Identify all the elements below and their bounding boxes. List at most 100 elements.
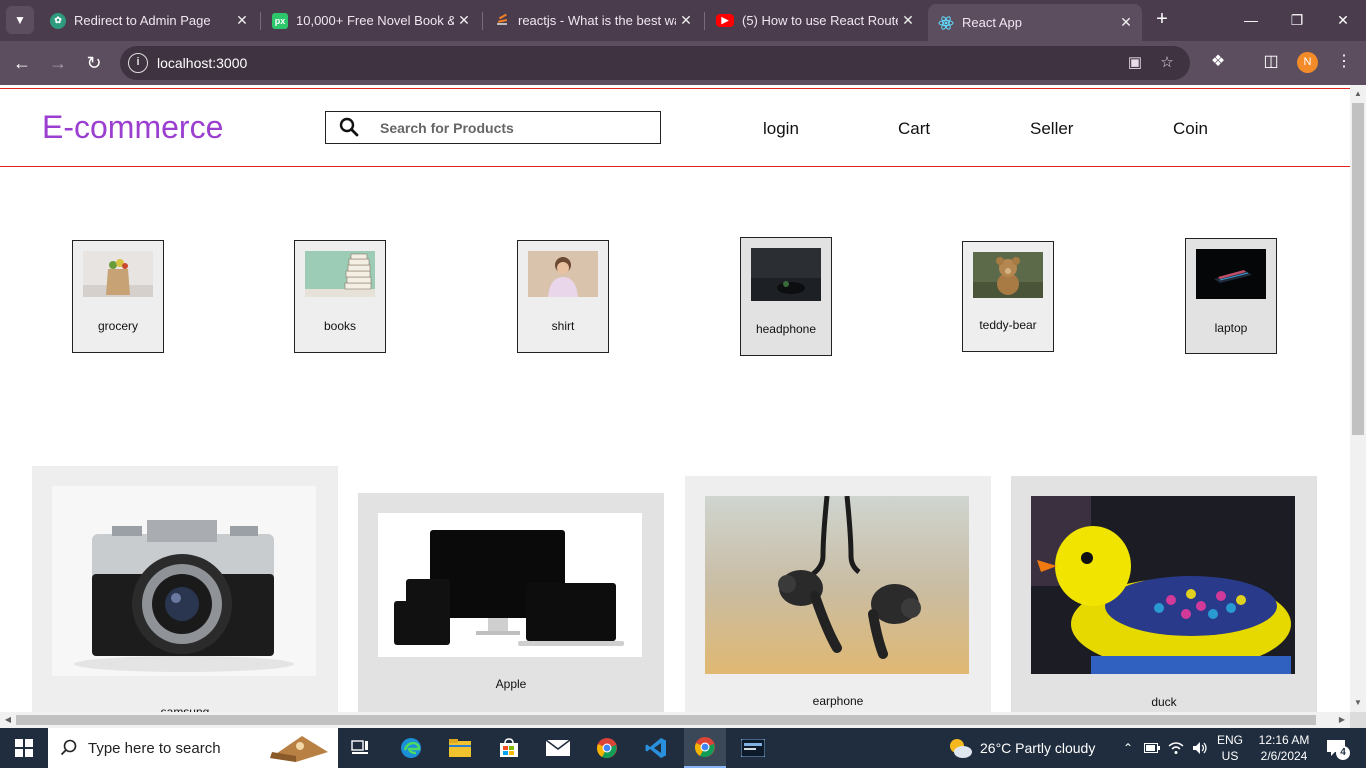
clock-time: 12:16 AM [1258,733,1310,747]
tab-react-app[interactable]: React App ✕ [928,4,1142,41]
wifi-icon[interactable] [1166,728,1186,768]
browser-menu-icon[interactable]: ⋮ [1333,51,1355,73]
site-info-icon[interactable]: i [128,53,148,73]
clock-date: 2/6/2024 [1260,749,1308,763]
close-icon[interactable]: ✕ [232,12,252,29]
vertical-scroll-thumb[interactable] [1352,103,1364,435]
scrollbar-corner [1350,712,1366,728]
product-card-earphone[interactable]: earphone [685,476,991,712]
new-tab-button[interactable]: + [1150,8,1174,32]
back-button[interactable]: ← [8,49,36,77]
mysql-workbench-icon[interactable] [738,728,768,768]
taskbar-search-box[interactable]: Type here to search [48,728,338,768]
side-panel-icon[interactable]: ◫ [1260,51,1282,73]
volume-icon[interactable] [1190,728,1210,768]
extensions-icon[interactable]: ❖ [1207,51,1229,73]
search-placeholder: Search for Products [380,120,514,136]
category-grocery[interactable]: grocery [72,240,164,353]
chatgpt-icon: ✿ [50,12,66,29]
react-icon [938,15,954,31]
stackoverflow-icon [494,13,510,29]
close-icon[interactable]: ✕ [898,12,918,29]
tab-redirect-admin[interactable]: ✿ Redirect to Admin Page ✕ [40,4,258,37]
reload-button[interactable]: ↻ [80,49,108,77]
tab-search-button[interactable]: ▼ [6,6,34,34]
forward-button[interactable]: → [44,49,72,77]
address-bar[interactable]: i localhost:3000 ▣ ☆ [120,46,1190,80]
bookmark-star-icon[interactable]: ☆ [1157,53,1177,73]
url-text[interactable]: localhost:3000 [157,55,247,71]
site-header: E-commerce Search for Products login Car… [0,88,1350,167]
battery-icon[interactable] [1142,728,1162,768]
close-window-button[interactable]: ✕ [1328,8,1358,32]
category-laptop[interactable]: laptop [1185,238,1277,354]
search-icon [60,739,77,756]
weather-icon [944,728,976,768]
mail-icon[interactable] [543,728,573,768]
nav-login[interactable]: login [763,119,799,139]
search-input[interactable]: Search for Products [325,111,661,144]
category-label: shirt [551,319,575,333]
weather-text[interactable]: 26°C Partly cloudy [980,740,1095,756]
nav-coin[interactable]: Coin [1173,119,1208,139]
language-indicator[interactable]: ENG US [1214,733,1246,763]
category-headphone[interactable]: headphone [740,237,832,356]
earphone-image [705,496,969,674]
close-icon[interactable]: ✕ [454,12,474,29]
horizontal-scrollbar[interactable]: ◀ ▶ [0,712,1350,728]
vertical-scrollbar[interactable]: ▲ ▼ [1350,85,1366,712]
minimize-button[interactable]: — [1236,8,1266,32]
tab-title: React App [962,15,1022,30]
clock[interactable]: 12:16 AM 2/6/2024 [1252,733,1316,763]
scroll-left-arrow-icon[interactable]: ◀ [0,712,16,728]
tab-reactjs-question[interactable]: reactjs - What is the best wa ✕ [484,4,702,37]
scroll-up-arrow-icon[interactable]: ▲ [1350,87,1366,101]
product-card-samsung[interactable]: samsung [32,466,338,712]
scroll-right-arrow-icon[interactable]: ▶ [1334,712,1350,728]
chrome-icon[interactable] [592,728,622,768]
tab-separator [704,12,705,30]
windows-taskbar: Type here to search 26°C Partly cloudy ⌃… [0,728,1366,768]
tab-react-router-video[interactable]: ▶ (5) How to use React Router ✕ [706,4,924,37]
tab-free-novel[interactable]: px 10,000+ Free Novel Book & ✕ [262,4,480,37]
vscode-icon[interactable] [641,728,671,768]
headphone-image [751,248,821,301]
product-card-duck[interactable]: duck [1011,476,1317,712]
teddy-bear-image [973,252,1043,298]
pixabay-icon: px [272,12,288,29]
category-label: grocery [97,319,138,333]
scroll-down-arrow-icon[interactable]: ▼ [1350,696,1366,710]
install-app-icon[interactable]: ▣ [1125,53,1145,73]
books-image [305,251,375,297]
task-view-icon[interactable] [344,728,376,768]
show-hidden-icons-icon[interactable]: ⌃ [1118,728,1138,768]
product-label: duck [1151,695,1177,709]
horizontal-scroll-thumb[interactable] [16,715,1316,725]
site-logo[interactable]: E-commerce [42,109,223,146]
grocery-image [83,251,153,297]
restore-button[interactable]: ❐ [1282,8,1312,32]
nav-seller[interactable]: Seller [1030,119,1073,139]
laptop-image [1196,249,1266,299]
page-viewport: E-commerce Search for Products login Car… [0,85,1350,712]
notification-center-icon[interactable]: 4 [1322,728,1350,768]
region-code: US [1221,749,1239,763]
category-shirt[interactable]: shirt [517,240,609,353]
category-teddy-bear[interactable]: teddy-bear [962,241,1054,352]
chrome-active-icon[interactable] [684,728,726,768]
tab-strip: ▼ ✿ Redirect to Admin Page ✕ px 10,000+ … [0,0,1366,41]
close-icon[interactable]: ✕ [676,12,696,29]
nav-cart[interactable]: Cart [898,119,930,139]
start-button[interactable] [0,728,48,768]
tab-title: (5) How to use React Router [742,13,898,28]
product-card-apple[interactable]: Apple [358,493,664,712]
profile-avatar[interactable]: N [1297,52,1318,73]
edge-icon[interactable] [396,728,426,768]
youtube-icon: ▶ [716,14,734,27]
windows-logo-icon [15,739,33,757]
file-explorer-icon[interactable] [445,728,475,768]
camera-image [52,486,316,676]
close-icon[interactable]: ✕ [1116,14,1136,31]
microsoft-store-icon[interactable] [494,728,524,768]
category-books[interactable]: books [294,240,386,353]
